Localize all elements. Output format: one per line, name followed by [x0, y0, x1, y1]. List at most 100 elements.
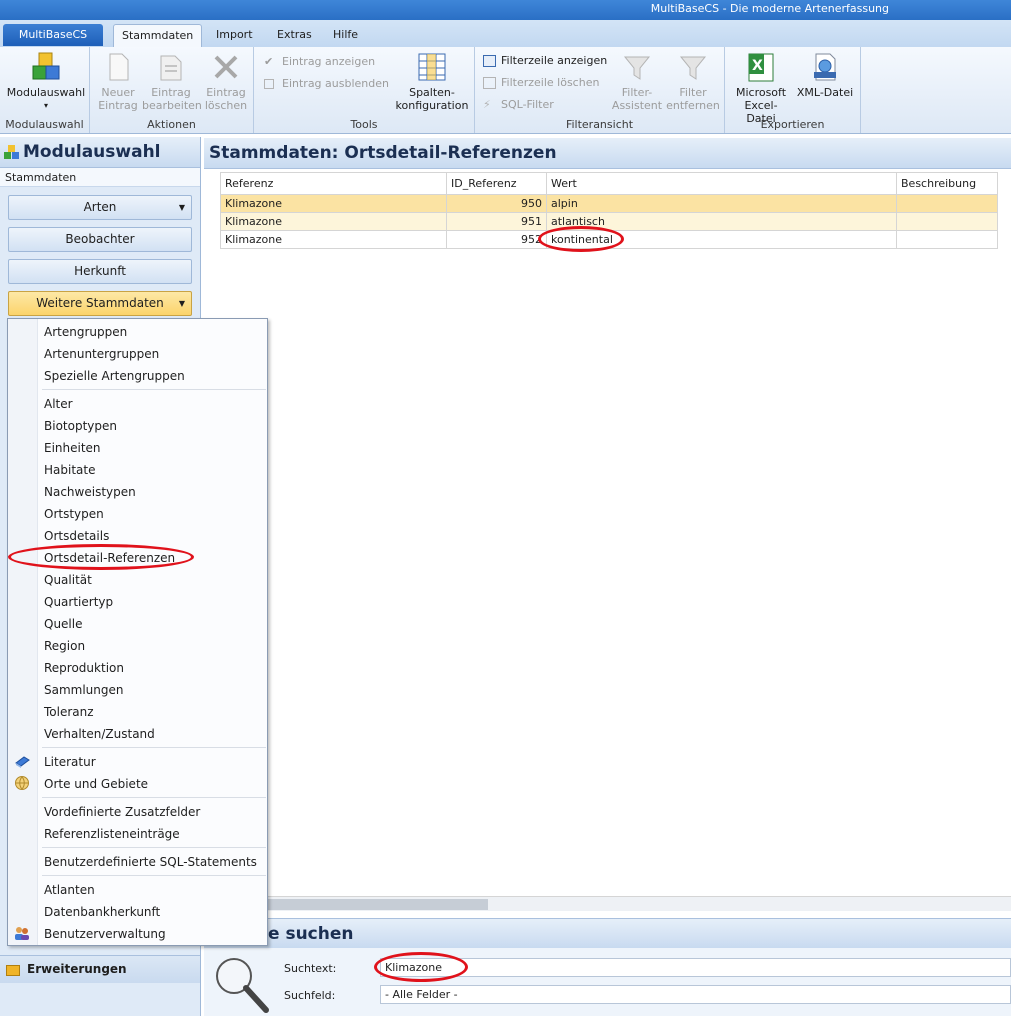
tab-import[interactable]: Import [208, 24, 261, 47]
annotation-ellipse [8, 544, 194, 570]
menu-item-toleranz[interactable]: Toleranz [44, 701, 94, 723]
filterzeile-anzeigen-button[interactable]: Filterzeile anzeigen [483, 53, 607, 69]
column-header-wert[interactable]: Wert [546, 172, 897, 195]
title-bar: MultiBaseCS - Die moderne Artenerfassung [0, 0, 1011, 20]
column-grid-icon [416, 51, 448, 83]
neuer-eintrag-button[interactable]: Neuer Eintrag [98, 51, 138, 112]
app-menu-button[interactable]: MultiBaseCS [3, 24, 103, 46]
cell-referenz[interactable]: Klimazone [220, 230, 447, 249]
nav-arten-button[interactable]: Arten ▼ [8, 195, 192, 220]
weitere-stammdaten-menu: Artengruppen Artenuntergruppen Spezielle… [7, 318, 268, 946]
scrollbar-thumb[interactable] [268, 899, 488, 910]
menu-item-quartiertyp[interactable]: Quartiertyp [44, 591, 113, 613]
menu-item-ortstypen[interactable]: Ortstypen [44, 503, 104, 525]
cell-id[interactable]: 951 [446, 212, 547, 231]
group-label: Modulauswahl [5, 118, 84, 131]
loeschen-label-2: löschen [204, 99, 248, 112]
cell-wert[interactable]: alpin [546, 194, 897, 213]
nav-beobachter-button[interactable]: Beobachter [8, 227, 192, 252]
sql-filter-button[interactable]: ⚡ SQL-Filter [483, 97, 554, 113]
group-exportieren: X Microsoft Excel-Datei XML-Datei Export… [725, 47, 861, 133]
svg-text:X: X [752, 58, 763, 74]
page-title: Stammdaten: Ortsdetail-Referenzen [204, 138, 1011, 169]
menu-item-vordefinierte-zusatzfelder[interactable]: Vordefinierte Zusatzfelder [44, 801, 200, 823]
spalten-label-2: konfiguration [395, 99, 469, 112]
group-tools: ✔ Eintrag anzeigen Eintrag ausblenden Sp… [254, 47, 475, 133]
menu-item-region[interactable]: Region [44, 635, 85, 657]
users-icon [14, 925, 30, 941]
eintrag-bearbeiten-button[interactable]: Eintrag bearbeiten [142, 51, 202, 112]
excel-export-button[interactable]: X Microsoft Excel-Datei [731, 51, 791, 125]
group-label: Tools [350, 118, 378, 131]
erweiterungen-button[interactable]: Erweiterungen [0, 955, 200, 983]
tab-extras[interactable]: Extras [269, 24, 320, 47]
eintrag-anzeigen-label: Eintrag anzeigen [282, 55, 376, 68]
nav-weitere-stammdaten-button[interactable]: Weitere Stammdaten ▼ [8, 291, 192, 316]
filter-entfernen-button[interactable]: Filter entfernen [665, 51, 721, 112]
filter-row-icon [483, 55, 496, 67]
tab-stammdaten[interactable]: Stammdaten [113, 24, 203, 47]
filterzeile-loeschen-button[interactable]: Filterzeile löschen [483, 75, 599, 91]
menu-item-alter[interactable]: Alter [44, 393, 73, 415]
column-header-id-referenz[interactable]: ID_Referenz [446, 172, 547, 195]
filter-assistent-button[interactable]: Filter- Assistent [609, 51, 665, 112]
search-panel-header: e suchen [204, 918, 1011, 948]
menu-separator [42, 875, 266, 876]
menu-item-benutzerdefinierte-sql[interactable]: Benutzerdefinierte SQL-Statements [44, 851, 257, 873]
eintrag-loeschen-button[interactable]: Eintrag löschen [204, 51, 248, 112]
menu-separator [42, 747, 266, 748]
tab-hilfe[interactable]: Hilfe [325, 24, 366, 47]
menu-item-artengruppen[interactable]: Artengruppen [44, 321, 127, 343]
search-panel: Suchtext: Klimazone Suchfeld: - Alle Fel… [204, 948, 1011, 1016]
left-panel-title: Modulauswahl [23, 142, 161, 162]
menu-item-atlanten[interactable]: Atlanten [44, 879, 95, 901]
cell-id[interactable]: 950 [446, 194, 547, 213]
cubes-icon [30, 51, 62, 83]
suchtext-input[interactable]: Klimazone [380, 958, 1011, 977]
horizontal-scrollbar[interactable] [216, 896, 1011, 911]
magnifier-icon [210, 954, 274, 1016]
eintrag-anzeigen-checkbox[interactable]: ✔ Eintrag anzeigen [264, 54, 375, 70]
neuer-label-2: Eintrag [98, 99, 138, 112]
cell-beschreibung[interactable] [896, 212, 998, 231]
menu-item-reproduktion[interactable]: Reproduktion [44, 657, 124, 679]
table-row[interactable]: Klimazone 950 alpin [220, 194, 998, 213]
left-panel-header: Modulauswahl [0, 137, 200, 168]
bearbeiten-label-1: Eintrag [151, 86, 191, 99]
menu-item-nachweistypen[interactable]: Nachweistypen [44, 481, 136, 503]
menu-item-biotoptypen[interactable]: Biotoptypen [44, 415, 117, 437]
spaltenkonfiguration-button[interactable]: Spalten- konfiguration [392, 51, 472, 112]
menu-item-benutzerverwaltung[interactable]: Benutzerverwaltung [44, 923, 166, 945]
nav-herkunft-button[interactable]: Herkunft [8, 259, 192, 284]
cell-referenz[interactable]: Klimazone [220, 212, 447, 231]
table-row[interactable]: Klimazone 951 atlantisch [220, 212, 998, 231]
menu-item-spezielle-artengruppen[interactable]: Spezielle Artengruppen [44, 365, 185, 387]
suchfeld-label: Suchfeld: [284, 989, 336, 1002]
menu-item-literatur[interactable]: Literatur [44, 751, 96, 773]
excel-icon: X [745, 51, 777, 83]
modulauswahl-button[interactable]: Modulauswahl ▾ [4, 51, 88, 112]
spalten-label-1: Spalten- [409, 86, 455, 99]
eintrag-ausblenden-checkbox[interactable]: Eintrag ausblenden [264, 76, 389, 92]
group-aktionen: Neuer Eintrag Eintrag bearbeiten Eintrag… [90, 47, 254, 133]
cell-referenz[interactable]: Klimazone [220, 194, 447, 213]
menu-item-artenuntergruppen[interactable]: Artenuntergruppen [44, 343, 159, 365]
column-header-beschreibung[interactable]: Beschreibung [896, 172, 998, 195]
menu-item-sammlungen[interactable]: Sammlungen [44, 679, 124, 701]
suchfeld-select[interactable]: - Alle Felder - [380, 985, 1011, 1004]
menu-item-orte-und-gebiete[interactable]: Orte und Gebiete [44, 773, 148, 795]
filterzeile-loeschen-label: Filterzeile löschen [501, 76, 600, 89]
cell-id[interactable]: 952 [446, 230, 547, 249]
menu-item-referenzlisteneintraege[interactable]: Referenzlisteneinträge [44, 823, 180, 845]
menu-item-quelle[interactable]: Quelle [44, 613, 82, 635]
cell-beschreibung[interactable] [896, 230, 998, 249]
menu-item-einheiten[interactable]: Einheiten [44, 437, 101, 459]
menu-item-verhalten-zustand[interactable]: Verhalten/Zustand [44, 723, 155, 745]
menu-item-qualitaet[interactable]: Qualität [44, 569, 92, 591]
menu-item-habitate[interactable]: Habitate [44, 459, 95, 481]
xml-export-button[interactable]: XML-Datei [795, 51, 855, 99]
menu-item-datenbankherkunft[interactable]: Datenbankherkunft [44, 901, 160, 923]
column-header-referenz[interactable]: Referenz [220, 172, 447, 195]
cell-beschreibung[interactable] [896, 194, 998, 213]
assistent-label-2: Assistent [611, 99, 663, 112]
